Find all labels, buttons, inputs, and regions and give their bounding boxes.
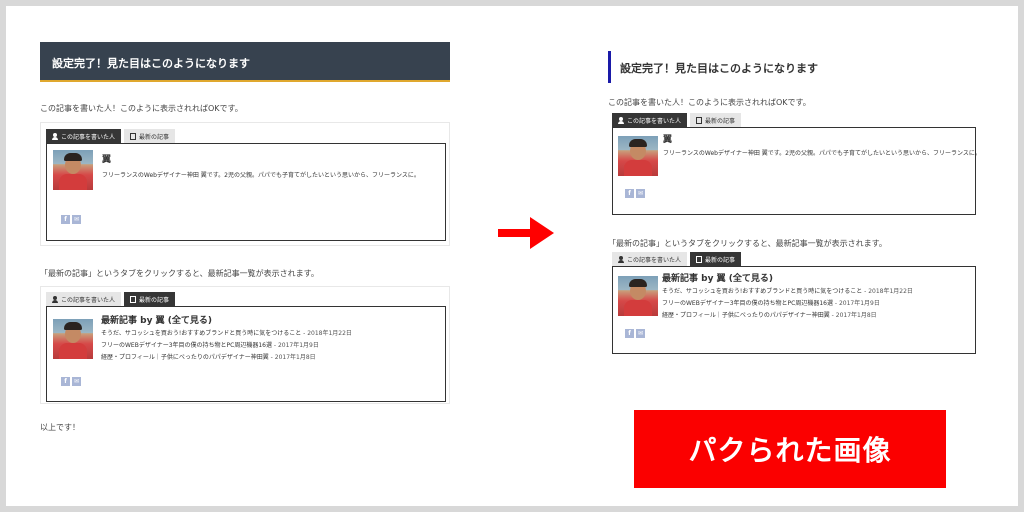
facebook-icon[interactable]: f [61, 377, 70, 386]
right-header-title: 設定完了！見た目はこのようになります [608, 51, 848, 83]
tab-author-label: この記事を書いた人 [627, 117, 682, 125]
author-name[interactable]: 翼 [102, 152, 111, 165]
tab-author[interactable]: この記事を書いた人 [612, 113, 688, 127]
author-description: フリーランスのWebデザイナー神田 翼です。2児の父親。パパでも子育てがしたいと… [102, 172, 420, 179]
right-author-panel-1: 翼 フリーランスのWebデザイナー神田 翼です。2児の父親。パパでも子育てがした… [612, 127, 981, 215]
author-avatar [618, 136, 658, 176]
tab-recent[interactable]: 最新の記事 [124, 129, 176, 143]
tab-author-label: この記事を書いた人 [627, 256, 682, 264]
author-name[interactable]: 翼 [663, 132, 672, 145]
person-icon [52, 132, 58, 140]
tab-recent-label: 最新の記事 [139, 296, 170, 304]
facebook-icon[interactable]: f [625, 329, 634, 338]
facebook-icon[interactable]: f [61, 215, 70, 224]
list-item[interactable]: そうだ、サコッシュを買おう!おすすめブランドと買う時に気をつけること - 201… [662, 286, 913, 298]
left-header-bar: 設定完了！見た目はこのようになります [40, 42, 450, 82]
left-recent-text: 「最新の記事」というタブをクリックすると、最新記事一覧が表示されます。 [40, 269, 319, 278]
right-author-box-1: この記事を書いた人 最新の記事 翼 フリーランスのWebデザイナー神田 翼です。… [612, 113, 981, 217]
tab-recent-label: 最新の記事 [139, 133, 170, 141]
tab-recent-label: 最新の記事 [705, 256, 736, 264]
banner-label: パクられた画像 [688, 434, 892, 467]
list-item[interactable]: フリーのWEBデザイナー3年目の僕の持ち物とPC周辺機器16選 - 2017年1… [662, 298, 913, 310]
tab-recent[interactable]: 最新の記事 [124, 292, 176, 306]
left-author-box-2: この記事を書いた人 最新の記事 最新記事 by 翼 (全て見る) そうだ、サコッ… [40, 286, 450, 404]
document-icon [130, 295, 137, 303]
right-recent-text: 「最新の記事」というタブをクリックすると、最新記事一覧が表示されます。 [608, 239, 887, 248]
closing-text: 以上です！ [40, 423, 80, 432]
person-icon [52, 295, 58, 303]
social-links: f ✉ [625, 189, 645, 198]
recent-posts-title[interactable]: 最新記事 by 翼 (全て見る) [101, 313, 212, 326]
copied-image-banner: パクられた画像 [634, 410, 946, 488]
right-author-box-2: この記事を書いた人 最新の記事 最新記事 by 翼 (全て見る) そうだ、サコッ… [612, 252, 978, 356]
tab-author[interactable]: この記事を書いた人 [46, 129, 122, 143]
tab-recent[interactable]: 最新の記事 [690, 113, 742, 127]
document-icon [696, 116, 703, 124]
recent-posts-list: そうだ、サコッシュを買おう!おすすめブランドと買う時に気をつけること - 201… [662, 286, 913, 322]
tab-author[interactable]: この記事を書いた人 [46, 292, 122, 306]
left-tabs-1: この記事を書いた人 最新の記事 [46, 129, 176, 143]
right-tabs-1: この記事を書いた人 最新の記事 [612, 113, 742, 127]
left-tabs-2: この記事を書いた人 最新の記事 [46, 292, 176, 306]
tab-author-label: この記事を書いた人 [61, 133, 116, 141]
comparison-canvas: 設定完了！見た目はこのようになります この記事を書いた人！このように表示されれば… [6, 6, 1018, 506]
mail-icon[interactable]: ✉ [72, 377, 81, 386]
tab-recent[interactable]: 最新の記事 [690, 252, 742, 266]
recent-posts-list: そうだ、サコッシュを買おう!おすすめブランドと買う時に気をつけること - 201… [101, 328, 352, 364]
author-avatar [53, 319, 93, 359]
list-item[interactable]: フリーのWEBデザイナー3年目の僕の持ち物とPC周辺機器16選 - 2017年1… [101, 340, 352, 352]
mail-icon[interactable]: ✉ [636, 189, 645, 198]
mail-icon[interactable]: ✉ [636, 329, 645, 338]
social-links: f ✉ [61, 377, 81, 386]
author-avatar [618, 276, 658, 316]
list-item[interactable]: そうだ、サコッシュを買おう!おすすめブランドと買う時に気をつけること - 201… [101, 328, 352, 340]
facebook-icon[interactable]: f [625, 189, 634, 198]
right-tabs-2: この記事を書いた人 最新の記事 [612, 252, 742, 266]
tab-author[interactable]: この記事を書いた人 [612, 252, 688, 266]
tab-recent-label: 最新の記事 [705, 117, 736, 125]
recent-posts-title[interactable]: 最新記事 by 翼 (全て見る) [662, 271, 773, 284]
list-item[interactable]: 経歴・プロフィール｜子供にべったりのパパデザイナー神田翼 - 2017年1月8日 [662, 310, 913, 322]
left-author-panel-1: 翼 フリーランスのWebデザイナー神田 翼です。2児の父親。パパでも子育てがした… [46, 143, 446, 241]
right-intro-text: この記事を書いた人！このように表示されればOKです。 [608, 98, 811, 107]
social-links: f ✉ [625, 329, 645, 338]
left-recent-panel: 最新記事 by 翼 (全て見る) そうだ、サコッシュを買おう!おすすめブランドと… [46, 306, 446, 402]
left-header-title: 設定完了！見た目はこのようになります [52, 57, 250, 70]
right-recent-panel: 最新記事 by 翼 (全て見る) そうだ、サコッシュを買おう!おすすめブランドと… [612, 266, 976, 354]
mail-icon[interactable]: ✉ [72, 215, 81, 224]
arrow-right-icon [498, 217, 554, 249]
social-links: f ✉ [61, 215, 81, 224]
person-icon [618, 116, 624, 124]
person-icon [618, 255, 624, 263]
list-item[interactable]: 経歴・プロフィール｜子供にべったりのパパデザイナー神田翼 - 2017年1月8日 [101, 352, 352, 364]
author-description: フリーランスのWebデザイナー神田 翼です。2児の父親。パパでも子育てがしたいと… [663, 150, 981, 157]
document-icon [696, 255, 703, 263]
tab-author-label: この記事を書いた人 [61, 296, 116, 304]
document-icon [130, 132, 137, 140]
author-avatar [53, 150, 93, 190]
left-intro-text: この記事を書いた人！このように表示されればOKです。 [40, 104, 243, 113]
left-author-box-1: この記事を書いた人 最新の記事 翼 フリーランスのWebデザイナー神田 翼です。… [40, 122, 450, 246]
